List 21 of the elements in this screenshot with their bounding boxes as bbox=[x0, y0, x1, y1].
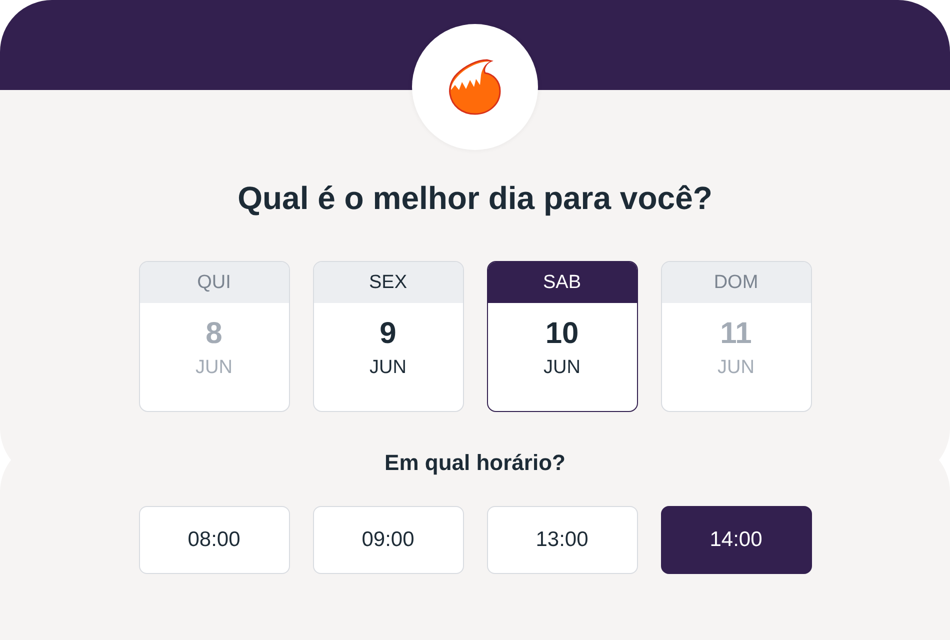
day-number: 9 bbox=[378, 317, 398, 351]
month-label: JUN bbox=[194, 357, 234, 379]
time-heading: Em qual horário? bbox=[384, 450, 566, 476]
month-label: JUN bbox=[368, 357, 408, 379]
date-card[interactable]: SEX 9 JUN bbox=[312, 261, 464, 412]
day-number: 10 bbox=[544, 317, 580, 351]
time-option[interactable]: 08:00 bbox=[138, 506, 290, 574]
time-option[interactable]: 13:00 bbox=[486, 506, 638, 574]
day-number: 11 bbox=[719, 317, 753, 351]
weekday-label: SEX bbox=[314, 262, 462, 303]
fox-tail-icon bbox=[447, 58, 503, 116]
month-label: JUN bbox=[542, 357, 582, 379]
weekday-label: DOM bbox=[662, 262, 810, 303]
question-heading: Qual é o melhor dia para você? bbox=[238, 180, 712, 216]
weekday-label: SAB bbox=[488, 262, 636, 303]
day-number: 8 bbox=[204, 317, 224, 351]
weekday-label: QUI bbox=[140, 262, 288, 303]
time-option[interactable]: 09:00 bbox=[312, 506, 464, 574]
time-option[interactable]: 14:00 bbox=[660, 506, 812, 574]
date-card[interactable]: SAB 10 JUN bbox=[486, 261, 638, 412]
month-label: JUN bbox=[716, 357, 756, 379]
